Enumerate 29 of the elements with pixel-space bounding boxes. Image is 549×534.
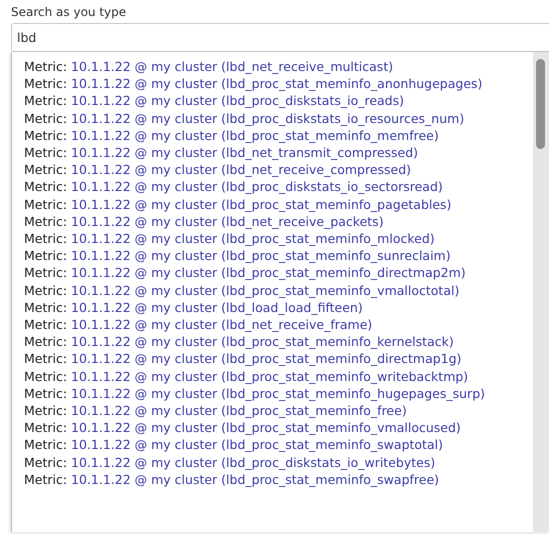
suggestion-option[interactable]: Metric: 10.1.1.22 @ my cluster (lbd_net_transmit_compressed) — [24, 144, 533, 162]
suggestion-option[interactable]: Metric: 10.1.1.22 @ my cluster (lbd_proc_stat_meminfo_vmalloctotal) — [24, 282, 533, 299]
suggestion-option[interactable]: Metric: 10.1.1.22 @ my cluster (lbd_proc_stat_meminfo_sunreclaim) — [24, 247, 533, 264]
suggestion-option[interactable]: Metric: 10.1.1.22 @ my cluster (lbd_proc_diskstats_io_resources_num) — [24, 110, 533, 127]
suggestion-option[interactable]: Metric: 10.1.1.22 @ my cluster (lbd_proc_diskstats_io_writebytes) — [24, 454, 533, 471]
scrollbar-thumb[interactable] — [536, 59, 545, 149]
suggestion-option[interactable]: Metric: 10.1.1.22 @ my cluster (lbd_proc_diskstats_io_reads) — [24, 92, 533, 110]
suggestion-option[interactable]: Metric: 10.1.1.22 @ my cluster (lbd_net_receive_frame) — [24, 316, 533, 334]
suggestion-option[interactable]: Metric: 10.1.1.22 @ my cluster (lbd_load_load_fifteen) — [24, 298, 533, 316]
suggestion-option[interactable]: Metric: 10.1.1.22 @ my cluster (lbd_proc_stat_meminfo_directmap1g) — [24, 350, 533, 368]
suggestion-option[interactable]: Metric: 10.1.1.22 @ my cluster (lbd_proc_stat_meminfo_directmap2m) — [24, 264, 533, 282]
suggestion-option[interactable]: Metric: 10.1.1.22 @ my cluster (lbd_net_receive_compressed) — [24, 161, 533, 178]
suggestion-option[interactable]: Metric: 10.1.1.22 @ my cluster (lbd_proc_stat_meminfo_vmallocused) — [24, 419, 533, 436]
suggestion-option[interactable]: Metric: 10.1.1.22 @ my cluster (lbd_proc_stat_meminfo_hugepages_surp) — [24, 384, 533, 402]
suggestion-option[interactable]: Metric: 10.1.1.22 @ my cluster (lbd_proc_stat_meminfo_kernelstack) — [24, 333, 533, 350]
suggestion-option[interactable]: Metric: 10.1.1.22 @ my cluster (lbd_proc_stat_meminfo_anonhugepages) — [24, 75, 533, 92]
suggestion-option[interactable]: Metric: 10.1.1.22 @ my cluster (lbd_net_receive_multicast) — [24, 58, 533, 76]
scrollbar-track[interactable] — [533, 52, 549, 532]
search-field[interactable]: lbd — [11, 23, 549, 52]
suggestion-option[interactable]: Metric: 10.1.1.22 @ my cluster (lbd_proc_stat_meminfo_free) — [24, 402, 533, 420]
suggestion-option[interactable]: Metric: 10.1.1.22 @ my cluster (lbd_proc_stat_meminfo_swaptotal) — [24, 436, 533, 454]
search-label: Search as you type — [11, 5, 126, 19]
suggestion-option[interactable]: Metric: 10.1.1.22 @ my cluster (lbd_proc_stat_meminfo_pagetables) — [24, 196, 533, 213]
suggestion-option[interactable]: Metric: 10.1.1.22 @ my cluster (lbd_proc_stat_meminfo_swapfree) — [24, 470, 533, 488]
suggestion-option[interactable]: Metric: 10.1.1.22 @ my cluster (lbd_proc_stat_meminfo_mlocked) — [24, 230, 533, 248]
suggestion-option[interactable]: Metric: 10.1.1.22 @ my cluster (lbd_proc_stat_meminfo_memfree) — [24, 126, 533, 144]
suggestion-option[interactable]: Metric: 10.1.1.22 @ my cluster (lbd_net_receive_packets) — [24, 212, 533, 230]
suggestion-option[interactable]: Metric: 10.1.1.22 @ my cluster (lbd_proc_diskstats_io_sectorsread) — [24, 178, 533, 196]
suggestion-option[interactable]: Metric: 10.1.1.22 @ my cluster (lbd_proc_stat_meminfo_writebacktmp) — [24, 368, 533, 385]
